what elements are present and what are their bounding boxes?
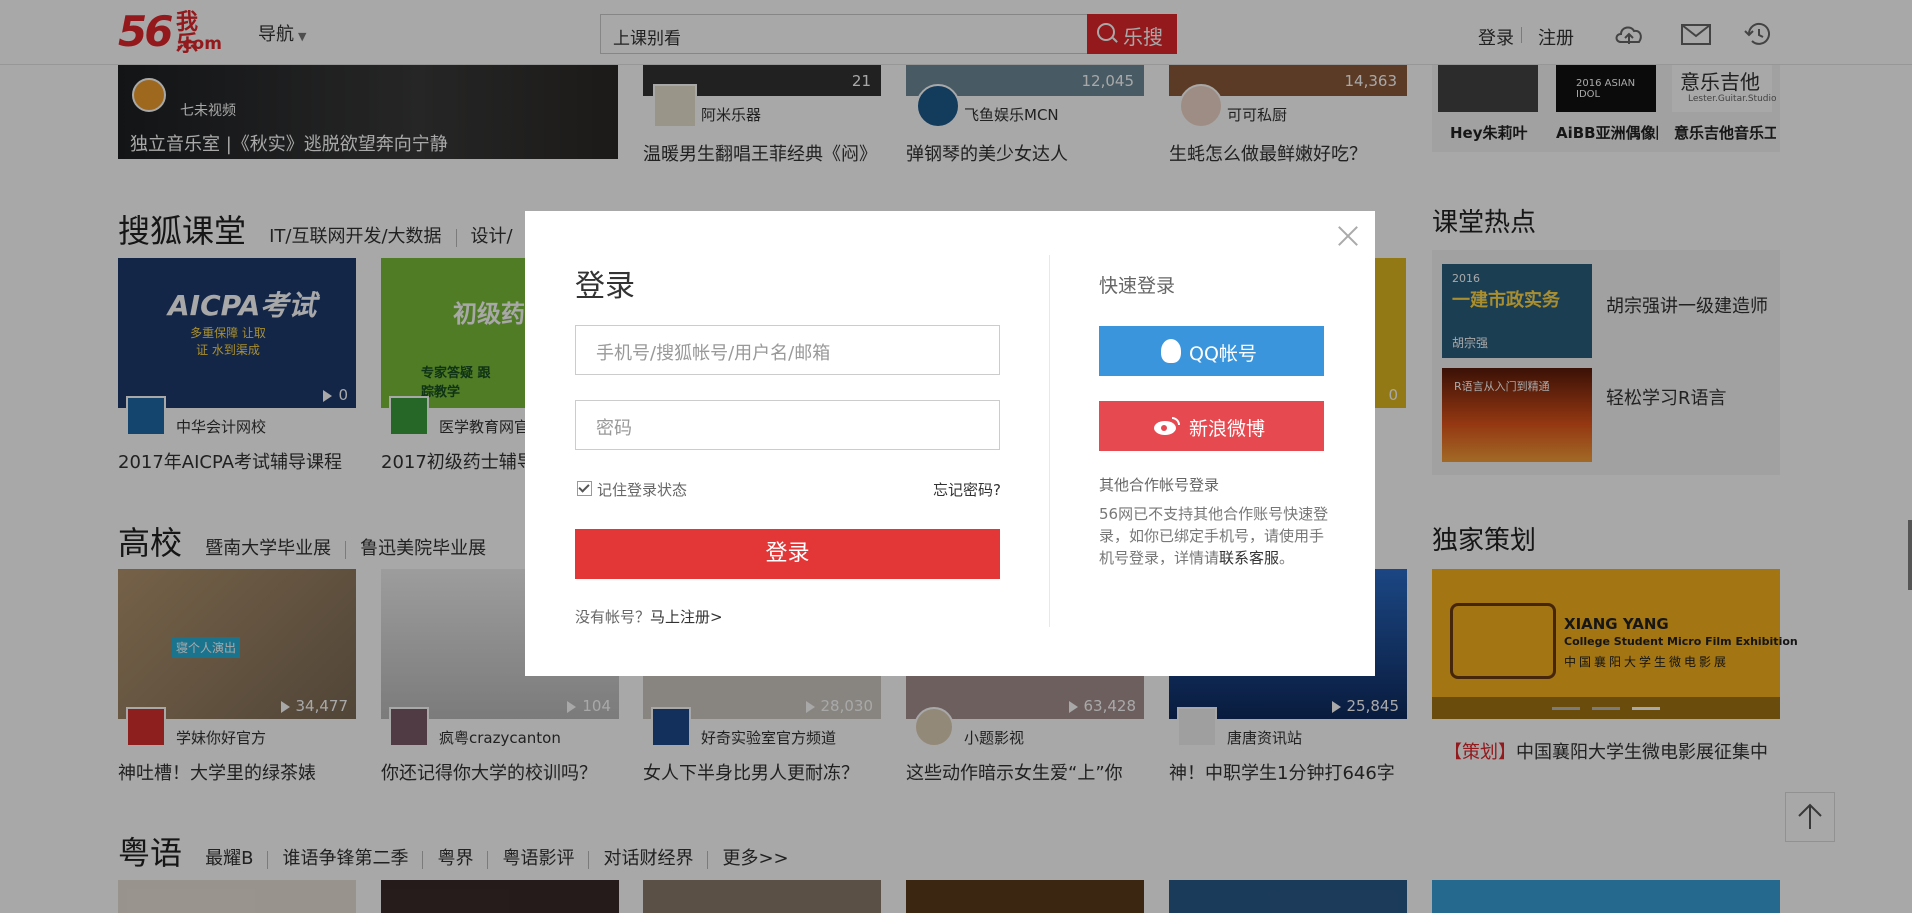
register-prompt: 没有帐号？马上注册>	[575, 606, 723, 627]
weibo-icon	[1154, 417, 1180, 435]
remember-checkbox[interactable]: 记住登录状态	[577, 479, 687, 500]
qq-login-button[interactable]: QQ帐号	[1099, 326, 1324, 376]
register-now-link[interactable]: 马上注册>	[650, 608, 723, 626]
no-account-text: 没有帐号？	[575, 608, 651, 626]
password-input[interactable]: 密码	[575, 400, 1000, 450]
quick-login-title: 快速登录	[1099, 275, 1176, 297]
checkbox-checked-icon	[577, 481, 592, 496]
weibo-login-button[interactable]: 新浪微博	[1099, 401, 1324, 451]
other-accounts-title: 其他合作帐号登录	[1099, 476, 1220, 494]
weibo-button-label: 新浪微博	[1189, 418, 1266, 440]
account-placeholder: 手机号/搜狐帐号/用户名/邮箱	[596, 343, 831, 364]
modal-title: 登录	[575, 269, 635, 304]
close-icon[interactable]	[1337, 225, 1359, 247]
forgot-password-link[interactable]: 忘记密码?	[933, 479, 1001, 500]
remember-label: 记住登录状态	[597, 481, 688, 499]
qq-button-label: QQ帐号	[1189, 343, 1257, 365]
info-end: 。	[1279, 549, 1295, 567]
divider	[1049, 255, 1050, 627]
qq-icon	[1161, 339, 1181, 363]
info-text: 56网已不支持其他合作账号快速登录，如你已绑定手机号，请使用手机号登录，详情请联…	[1099, 503, 1329, 569]
password-placeholder: 密码	[596, 418, 632, 439]
login-button[interactable]: 登录	[575, 529, 1000, 579]
scrollbar-thumb[interactable]	[1908, 520, 1912, 590]
contact-support-link[interactable]: 联系客服	[1219, 549, 1279, 567]
account-input[interactable]: 手机号/搜狐帐号/用户名/邮箱	[575, 325, 1000, 375]
login-modal: 登录 手机号/搜狐帐号/用户名/邮箱 密码 记住登录状态 忘记密码? 登录 没有…	[525, 211, 1375, 676]
